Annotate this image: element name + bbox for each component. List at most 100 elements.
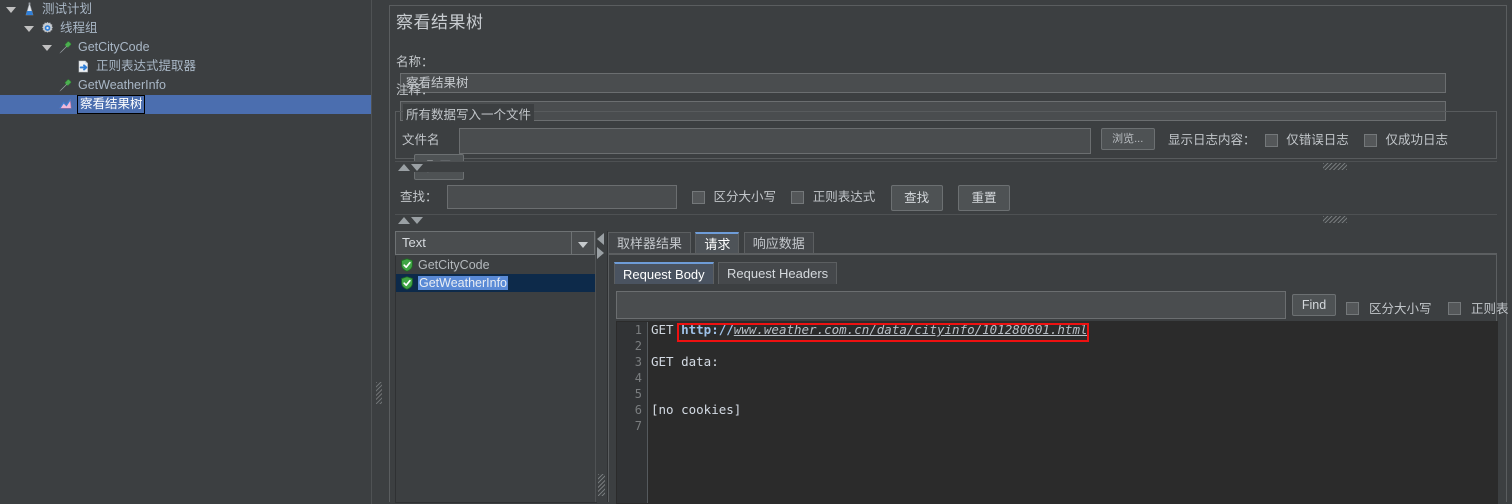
request-body-editor[interactable]: 1 2 3 4 5 6 7 GET http://www.weather.com… xyxy=(616,321,1498,504)
find-input[interactable] xyxy=(616,291,1286,319)
filename-row: 文件名 浏览... 显示日志内容： 仅错误日志 仅成功日志 配置 xyxy=(402,128,1512,180)
line-number: 7 xyxy=(634,419,642,433)
page-title: 察看结果树 xyxy=(396,13,484,32)
tree-item-label: 正则表达式提取器 xyxy=(95,59,196,73)
write-all-data-group-title: 所有数据写入一个文件 xyxy=(403,104,535,123)
find-case-sensitive-checkbox[interactable] xyxy=(1346,302,1359,315)
search-find-button[interactable]: 查找 xyxy=(890,185,943,211)
tab-request-body[interactable]: Request Body xyxy=(614,262,714,284)
splitter-expand-arrows[interactable] xyxy=(398,163,424,171)
code-line: [no cookies] xyxy=(651,402,742,417)
lower-splitter[interactable] xyxy=(395,214,1497,225)
chevron-down-icon[interactable] xyxy=(40,38,54,57)
search-case-sensitive-checkbox[interactable] xyxy=(692,191,706,204)
list-item-label: GetWeatherInfo xyxy=(418,276,509,290)
list-item-label: GetCityCode xyxy=(418,258,490,272)
chevron-down-icon[interactable] xyxy=(411,164,423,171)
splitter-grip[interactable] xyxy=(1323,216,1347,223)
code-line: GET data: xyxy=(651,354,719,369)
find-button[interactable]: Find xyxy=(1292,294,1336,316)
editor-code[interactable]: GET http://www.weather.com.cn/data/cityi… xyxy=(648,322,1497,503)
tab-sampler-result[interactable]: 取样器结果 xyxy=(608,232,692,254)
success-only-label[interactable]: 仅成功日志 xyxy=(1385,128,1448,152)
splitter-expand-arrows[interactable] xyxy=(398,216,424,224)
http-request-icon xyxy=(57,38,74,57)
code-line: GET http://www.weather.com.cn/data/cityi… xyxy=(648,322,1497,338)
success-only-checkbox[interactable] xyxy=(1364,134,1378,147)
list-item[interactable]: GetWeatherInfo xyxy=(396,274,596,292)
chevron-up-icon[interactable] xyxy=(398,217,410,224)
errors-only-checkbox[interactable] xyxy=(1264,134,1278,147)
chevron-down-icon[interactable] xyxy=(411,217,423,224)
splitter-grip[interactable] xyxy=(598,474,605,496)
name-row: 名称： 察看结果树 xyxy=(396,51,1496,93)
chevron-down-icon[interactable] xyxy=(22,19,36,38)
chevron-right-icon[interactable] xyxy=(597,247,604,259)
chevron-down-icon[interactable] xyxy=(4,0,18,19)
search-case-sensitive-label[interactable]: 区分大小写 xyxy=(714,185,777,209)
line-number: 3 xyxy=(634,355,642,369)
code-line-url: www.weather.com.cn/data/cityinfo/1012806… xyxy=(733,322,1088,337)
comment-label: 注释： xyxy=(396,83,434,97)
tree-panel-splitter[interactable] xyxy=(371,0,387,504)
line-number: 5 xyxy=(634,387,642,401)
tree-item-getcitycode[interactable]: GetCityCode xyxy=(0,38,371,57)
results-list[interactable]: GetCityCode GetWeatherInfo xyxy=(395,256,597,503)
tree-item-test-plan[interactable]: 测试计划 xyxy=(0,0,371,19)
code-line-prefix: GET xyxy=(651,322,682,337)
filename-input[interactable] xyxy=(459,128,1092,154)
tab-request-headers[interactable]: Request Headers xyxy=(718,262,838,284)
tree-item-label: 测试计划 xyxy=(41,2,92,16)
line-number: 1 xyxy=(634,323,642,337)
tab-request[interactable]: 请求 xyxy=(695,232,740,254)
results-detail-splitter[interactable] xyxy=(595,231,608,502)
request-subtabstrip[interactable]: Request Body Request Headers xyxy=(614,262,1491,284)
search-row: 查找： 区分大小写 正则表达式 查找 重置 xyxy=(400,185,1010,211)
tree-item-label: GetCityCode xyxy=(77,40,150,54)
detail-tabstrip[interactable]: 取样器结果 请求 响应数据 xyxy=(608,232,1497,254)
find-case-sensitive-label[interactable]: 区分大小写 xyxy=(1369,298,1432,317)
thread-group-icon xyxy=(39,19,56,38)
name-label: 名称： xyxy=(396,55,434,69)
filename-label: 文件名 xyxy=(402,133,440,147)
tree-item-thread-group[interactable]: 线程组 xyxy=(0,19,371,38)
renderer-combobox[interactable]: Text xyxy=(395,231,595,255)
comment-row: 注释： xyxy=(396,79,1496,121)
chevron-up-icon[interactable] xyxy=(398,164,410,171)
search-regex-label[interactable]: 正则表达式 xyxy=(813,185,876,209)
test-plan-tree[interactable]: 测试计划 线程组 GetCityCode 正则表达式提取器 GetWeather… xyxy=(0,0,372,504)
chevron-left-icon[interactable] xyxy=(597,233,604,245)
search-input[interactable] xyxy=(446,185,677,209)
tab-response-data[interactable]: 响应数据 xyxy=(743,232,814,254)
line-number: 4 xyxy=(634,371,642,385)
tree-item-getweatherinfo[interactable]: GetWeatherInfo xyxy=(0,76,371,95)
tree-item-label: 线程组 xyxy=(59,21,98,35)
line-number: 2 xyxy=(634,339,642,353)
find-regex-checkbox[interactable] xyxy=(1448,302,1461,315)
code-line-protocol: http:// xyxy=(681,322,734,337)
search-regex-checkbox[interactable] xyxy=(791,191,805,204)
tree-item-label: GetWeatherInfo xyxy=(77,78,166,92)
editor-gutter: 1 2 3 4 5 6 7 xyxy=(617,322,648,503)
splitter-grip[interactable] xyxy=(1323,163,1347,170)
chevron-down-icon[interactable] xyxy=(571,232,594,254)
splitter-grip[interactable] xyxy=(376,382,382,404)
errors-only-label[interactable]: 仅错误日志 xyxy=(1286,128,1349,152)
upper-splitter[interactable] xyxy=(395,161,1497,172)
line-number: 6 xyxy=(634,403,642,417)
tree-item-view-results-tree[interactable]: 察看结果树 xyxy=(0,95,371,114)
list-item[interactable]: GetCityCode xyxy=(396,256,596,274)
browse-button[interactable]: 浏览... xyxy=(1100,128,1155,150)
search-reset-button[interactable]: 重置 xyxy=(957,185,1010,211)
log-display-label: 显示日志内容： xyxy=(1168,133,1256,147)
tree-item-regex-extractor[interactable]: 正则表达式提取器 xyxy=(0,57,371,76)
regex-extractor-icon xyxy=(75,57,92,76)
view-results-tree-icon xyxy=(57,95,74,114)
